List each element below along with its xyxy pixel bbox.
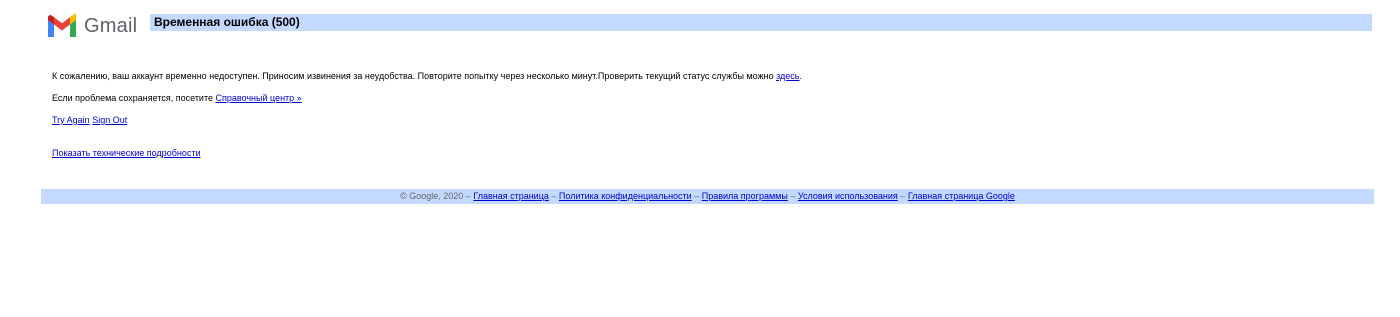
- error-content: К сожалению, ваш аккаунт временно недост…: [52, 71, 802, 159]
- show-details-link[interactable]: Показать технические подробности: [52, 148, 200, 158]
- footer-link-program-policies[interactable]: Правила программы: [702, 191, 788, 201]
- error-page: Gmail Временная ошибка (500) К сожалению…: [0, 0, 1400, 317]
- error-message-end: .: [799, 71, 802, 81]
- try-again-link[interactable]: Try Again: [52, 115, 90, 125]
- gmail-logo[interactable]: Gmail: [46, 13, 137, 37]
- footer-link-privacy[interactable]: Политика конфиденциальности: [559, 191, 692, 201]
- sign-out-link[interactable]: Sign Out: [92, 115, 127, 125]
- footer-bar: © Google, 2020 – Главная страница – Поли…: [41, 189, 1374, 204]
- gmail-logo-icon: [48, 13, 76, 37]
- footer-link-google-home[interactable]: Главная страница Google: [908, 191, 1015, 201]
- logo-text: Gmail: [84, 15, 138, 37]
- action-links: Try Again Sign Out: [52, 115, 802, 126]
- footer-separator: –: [551, 191, 557, 201]
- footer-copyright: © Google, 2020: [400, 191, 464, 201]
- footer-link-terms[interactable]: Условия использования: [798, 191, 898, 201]
- help-message: Если проблема сохраняется, посетите Спра…: [52, 93, 802, 104]
- help-center-link[interactable]: Справочный центр »: [216, 93, 302, 103]
- footer-separator: –: [790, 191, 796, 201]
- help-message-text: Если проблема сохраняется, посетите: [52, 93, 216, 103]
- page-title: Временная ошибка (500): [154, 15, 300, 29]
- footer-separator: –: [465, 191, 471, 201]
- footer-link-home[interactable]: Главная страница: [473, 191, 549, 201]
- footer-separator: –: [900, 191, 906, 201]
- error-message: К сожалению, ваш аккаунт временно недост…: [52, 71, 802, 82]
- details-row: Показать технические подробности: [52, 148, 802, 159]
- error-message-text: К сожалению, ваш аккаунт временно недост…: [52, 71, 777, 81]
- page-title-bar: Временная ошибка (500): [150, 14, 1372, 31]
- status-link[interactable]: здесь: [776, 71, 799, 81]
- footer-separator: –: [694, 191, 700, 201]
